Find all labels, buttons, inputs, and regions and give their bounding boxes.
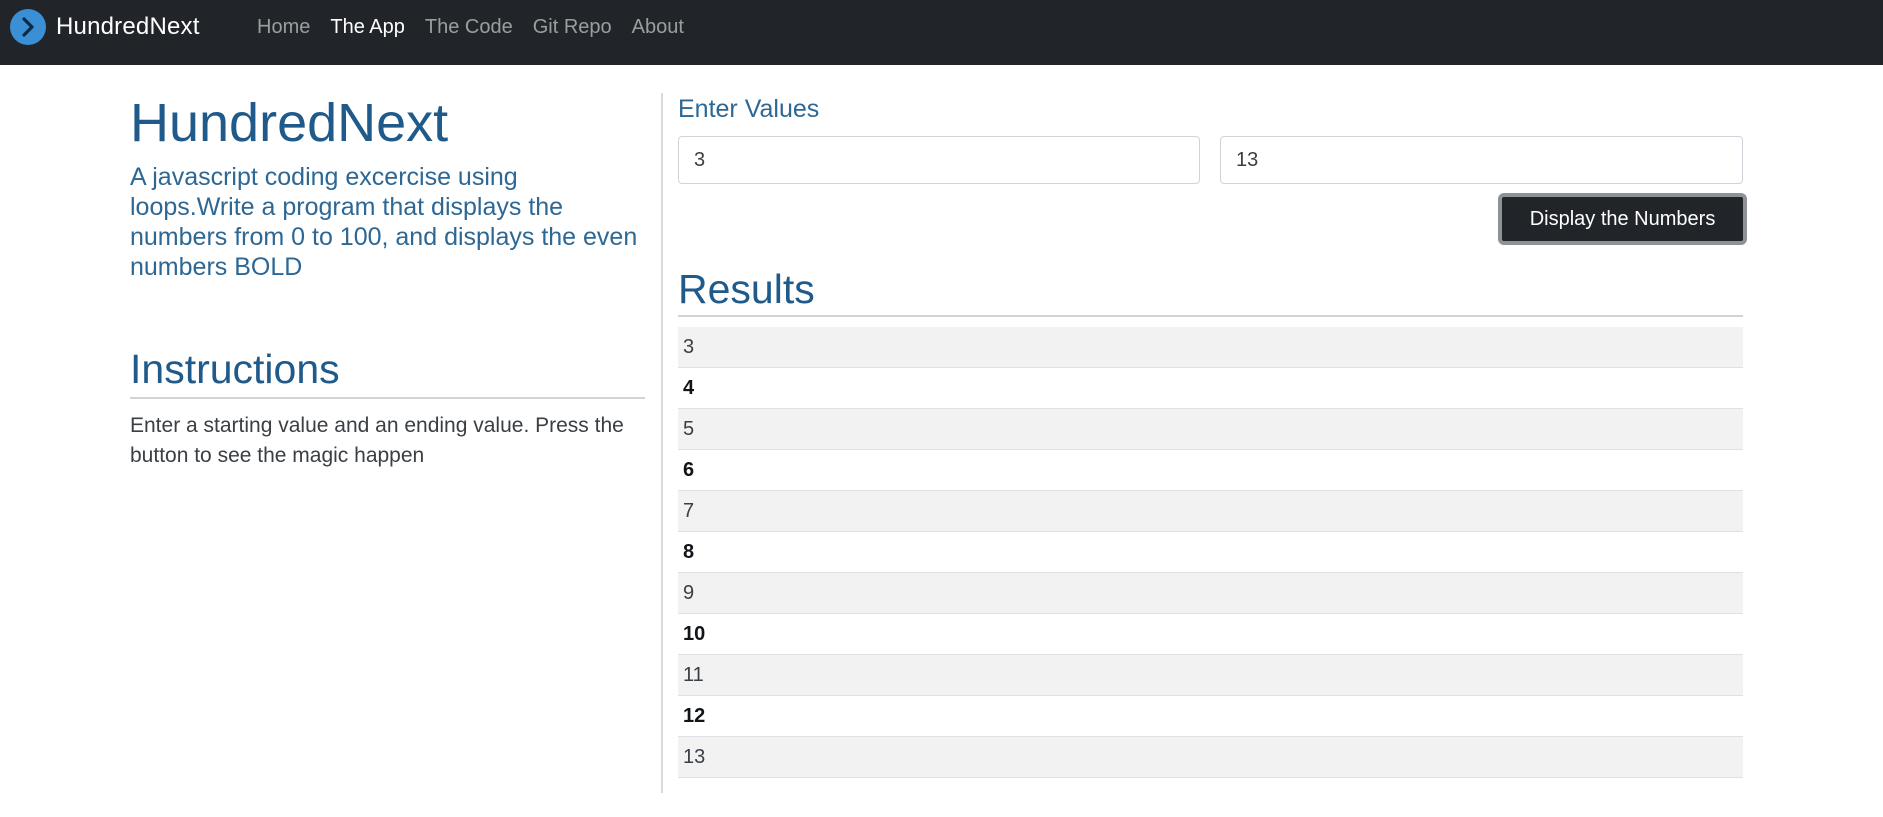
chevron-right-circle-icon [10,9,46,45]
result-cell: 4 [678,367,1743,409]
nav-link-the-code[interactable]: The Code [415,16,523,39]
table-row: 11 [678,654,1743,696]
table-row: 13 [678,736,1743,778]
nav-link-the-app[interactable]: The App [320,16,415,39]
app-description: A javascript coding excercise using loop… [130,163,638,281]
nav-links: Home The App The Code Git Repo About [247,0,694,54]
table-row: 8 [678,531,1743,573]
display-numbers-button[interactable]: Display the Numbers [1498,193,1747,245]
result-cell: 6 [678,449,1743,491]
table-row: 6 [678,449,1743,491]
table-row: 7 [678,490,1743,532]
results-table: 3 4 5 6 7 8 9 10 11 12 13 [678,327,1743,778]
brand-link[interactable]: HundredNext [10,0,200,54]
result-cell: 8 [678,531,1743,573]
nav-link-about[interactable]: About [622,16,694,39]
app-title: HundredNext [130,93,449,153]
table-row: 5 [678,408,1743,450]
table-row: 9 [678,572,1743,614]
result-cell: 9 [678,572,1743,614]
value-inputs [678,136,1743,186]
results-title: Results [678,265,1743,317]
table-row: 4 [678,367,1743,409]
result-cell: 10 [678,613,1743,655]
brand-name: HundredNext [56,13,200,40]
table-row: 12 [678,695,1743,737]
result-cell: 3 [678,327,1743,368]
nav-link-git-repo[interactable]: Git Repo [523,16,622,39]
button-row: Display the Numbers [678,193,1747,245]
result-cell: 7 [678,490,1743,532]
table-row: 10 [678,613,1743,655]
nav-link-home[interactable]: Home [247,16,320,39]
intro-column: HundredNext A javascript coding excercis… [130,94,645,471]
instructions-title: Instructions [130,345,645,399]
table-row: 3 [678,327,1743,368]
end-value-input[interactable] [1220,136,1743,184]
start-value-input[interactable] [678,136,1200,184]
navbar: HundredNext Home The App The Code Git Re… [0,0,1883,65]
result-cell: 5 [678,408,1743,450]
result-cell: 12 [678,695,1743,737]
result-cell: 11 [678,654,1743,696]
result-cell: 13 [678,736,1743,778]
instructions-text: Enter a starting value and an ending val… [130,414,624,467]
column-divider [661,93,663,793]
enter-values-label: Enter Values [678,95,820,123]
app-column: Enter Values Display the Numbers Results… [678,94,1747,778]
